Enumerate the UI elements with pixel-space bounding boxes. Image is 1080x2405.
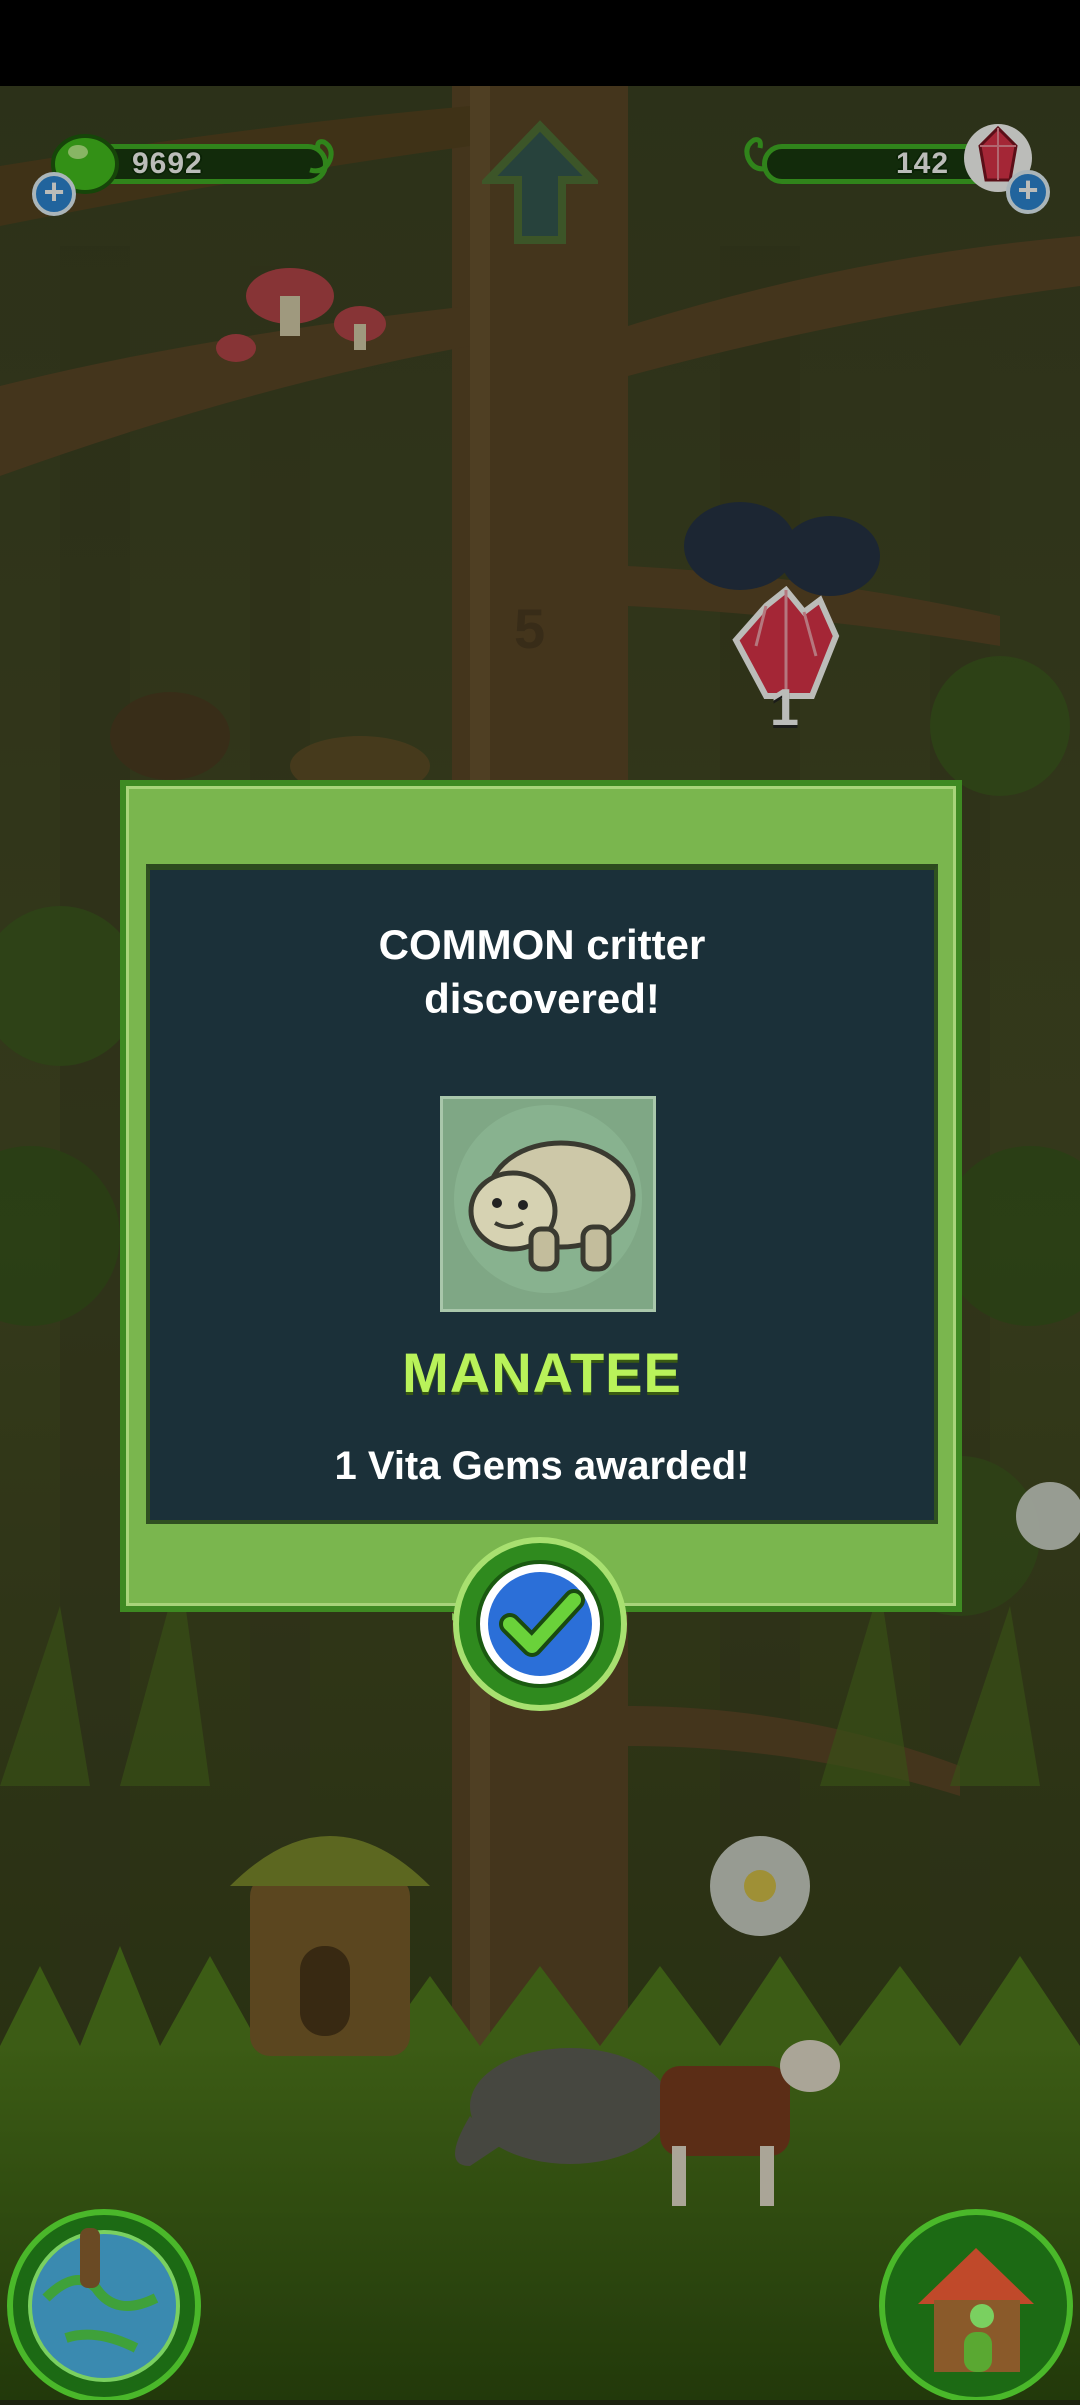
- gems-value: 142: [896, 147, 950, 180]
- energy-bar: [92, 144, 328, 184]
- reward-text: 1 Vita Gems awarded!: [334, 1444, 750, 1488]
- critter-portrait: [440, 1096, 656, 1312]
- gems-counter[interactable]: 142 +: [728, 96, 1056, 216]
- up-arrow-icon[interactable]: [478, 120, 602, 250]
- treehouse-icon: [879, 2209, 1073, 2403]
- critter-name: MANATEE: [402, 1341, 682, 1404]
- manatee-icon: [454, 1105, 642, 1293]
- globe-button[interactable]: [6, 2208, 202, 2404]
- gem-pickup-count: 1: [770, 679, 799, 737]
- trunk-level-marker: 5: [514, 597, 546, 660]
- house-button[interactable]: [878, 2208, 1074, 2403]
- status-bar: [0, 0, 1080, 86]
- dialog-title-line2: discovered!: [424, 975, 660, 1022]
- energy-value: 9692: [132, 147, 203, 180]
- gem-pickup[interactable]: 1: [726, 585, 846, 737]
- dialog-title-line1: COMMON critter: [378, 921, 706, 968]
- add-energy-button[interactable]: +: [32, 172, 76, 216]
- checkmark-icon: [452, 1536, 628, 1712]
- critter-discovered-dialog: COMMON critter discovered! MANATEE 1 Vit…: [120, 780, 962, 1612]
- confirm-button[interactable]: [380, 1536, 628, 1712]
- energy-counter[interactable]: 9692 +: [32, 96, 352, 216]
- dialog-content: COMMON critter discovered! MANATEE 1 Vit…: [146, 864, 938, 1524]
- add-gems-button[interactable]: +: [1006, 170, 1050, 214]
- dialog-title: COMMON critter discovered!: [150, 918, 934, 1026]
- globe-icon: [7, 2209, 201, 2403]
- vine-curl-icon: [304, 130, 344, 185]
